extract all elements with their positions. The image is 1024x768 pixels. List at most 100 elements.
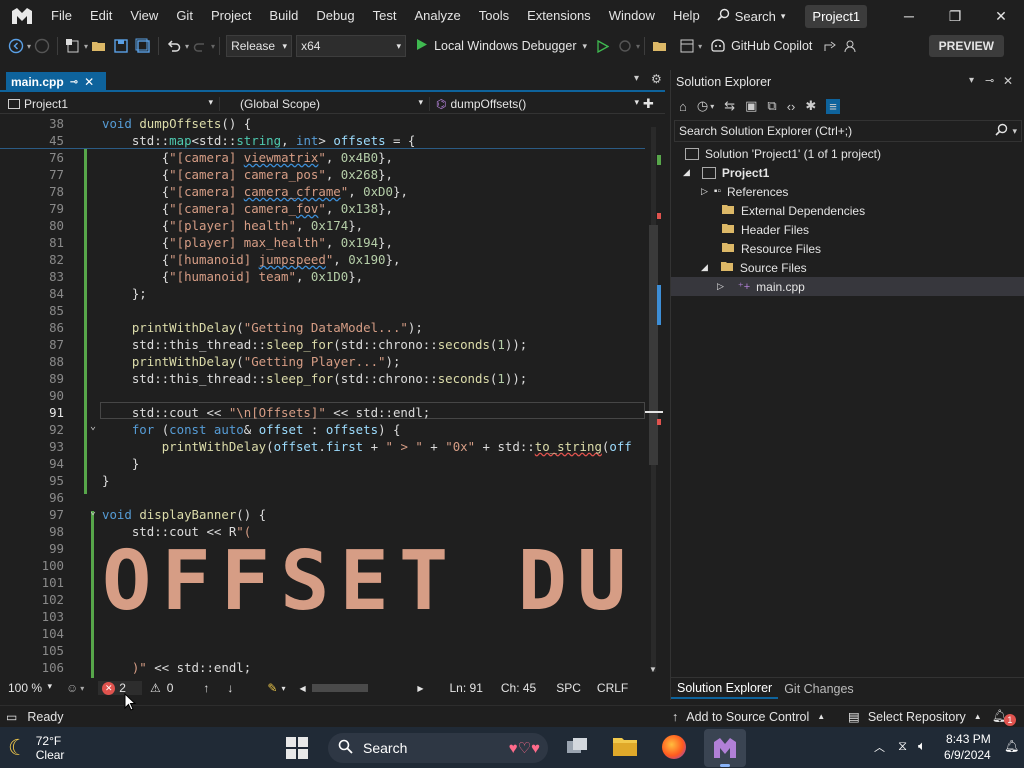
menu-view[interactable]: View bbox=[121, 0, 167, 32]
cleanup-brush-icon[interactable]: ✎ bbox=[267, 681, 277, 695]
fold-chevron-icon[interactable]: ⌄ bbox=[90, 421, 96, 432]
sync-icon[interactable]: ⇆ bbox=[724, 98, 735, 114]
close-button[interactable]: ✕ bbox=[978, 0, 1024, 32]
menu-test[interactable]: Test bbox=[364, 0, 406, 32]
menu-tools[interactable]: Tools bbox=[470, 0, 518, 32]
restore-button[interactable]: ❐ bbox=[932, 0, 978, 32]
chevron-down-icon[interactable]: ▾ bbox=[211, 42, 215, 51]
notifications-button[interactable]: 🔔︎ 1 bbox=[992, 708, 1016, 726]
expanded-chevron-icon[interactable]: ◢ bbox=[683, 167, 690, 178]
tree-node-header-files[interactable]: Header Files bbox=[671, 220, 1024, 239]
redo-icon[interactable] bbox=[190, 36, 210, 56]
menu-git[interactable]: Git bbox=[167, 0, 202, 32]
menu-analyze[interactable]: Analyze bbox=[405, 0, 469, 32]
new-project-icon[interactable] bbox=[63, 36, 83, 56]
pin-icon[interactable]: ⊸ bbox=[70, 77, 78, 88]
panel-menu-icon[interactable]: ▾ bbox=[969, 75, 974, 86]
chevron-down-icon[interactable]: ▾ bbox=[281, 684, 285, 693]
tree-node-source-files[interactable]: ◢ Source Files bbox=[671, 258, 1024, 277]
tree-node-external-dependencies[interactable]: External Dependencies bbox=[671, 201, 1024, 220]
minimize-button[interactable]: ─ bbox=[886, 0, 932, 32]
whitespace-indicator[interactable]: SPC bbox=[556, 681, 581, 695]
close-panel-icon[interactable]: ✕ bbox=[1003, 74, 1013, 88]
home-icon[interactable]: ⌂ bbox=[679, 99, 687, 114]
tree-solution[interactable]: Solution 'Project1' (1 of 1 project) bbox=[671, 144, 1024, 163]
collapse-all-icon[interactable]: ▣ bbox=[745, 98, 757, 114]
volume-icon[interactable]: 🔈︎ bbox=[918, 738, 926, 754]
output-icon[interactable]: ▭ bbox=[6, 710, 17, 724]
horizontal-scrollbar-thumb[interactable] bbox=[311, 684, 368, 692]
menu-project[interactable]: Project bbox=[202, 0, 260, 32]
next-issue-icon[interactable]: ↓ bbox=[227, 681, 233, 695]
code-editor[interactable]: 38 void dumpOffsets() { 45 std::map<std::… bbox=[0, 115, 660, 680]
collapsed-chevron-icon[interactable]: ▷ bbox=[717, 281, 724, 292]
notification-bell-icon[interactable]: 🔔︎ bbox=[1004, 739, 1019, 753]
collapsed-chevron-icon[interactable]: ▷ bbox=[701, 186, 708, 197]
menu-window[interactable]: Window bbox=[600, 0, 664, 32]
platform-select[interactable]: x64 ▾ bbox=[296, 35, 407, 57]
menu-build[interactable]: Build bbox=[260, 0, 307, 32]
tab-overflow-icon[interactable]: ▾ bbox=[634, 73, 639, 84]
chevron-down-icon[interactable]: ▾ bbox=[80, 684, 84, 693]
visual-studio-taskbar-icon[interactable] bbox=[704, 729, 746, 767]
tree-node-references[interactable]: ▷ ▪▫ References bbox=[671, 182, 1024, 201]
save-icon[interactable] bbox=[111, 36, 131, 56]
show-all-files-icon[interactable]: ⧉ bbox=[767, 98, 776, 114]
back-icon[interactable] bbox=[6, 36, 26, 56]
chevron-up-icon[interactable]: ︿ bbox=[874, 739, 885, 755]
clock[interactable]: 8:43 PM 6/9/2024 bbox=[944, 731, 991, 763]
history-icon[interactable]: ◷ bbox=[697, 98, 708, 114]
line-ending-indicator[interactable]: CRLF bbox=[597, 681, 628, 695]
code-view-icon[interactable]: ‹› bbox=[787, 99, 796, 114]
editor-scrollbar[interactable]: ▼ bbox=[645, 115, 663, 680]
firefox-icon[interactable] bbox=[662, 735, 686, 759]
horizontal-scrollbar[interactable]: ◀ ▶ bbox=[300, 684, 424, 693]
tree-node-main-cpp[interactable]: ▷ ⁺+ main.cpp bbox=[671, 277, 1024, 296]
column-indicator[interactable]: Ch: 45 bbox=[501, 681, 536, 695]
open-folder-icon[interactable] bbox=[89, 36, 109, 56]
chevron-down-icon[interactable]: ▾ bbox=[185, 42, 189, 51]
start-button[interactable] bbox=[286, 737, 308, 759]
chevron-down-icon[interactable]: ▾ bbox=[84, 42, 88, 51]
solution-folder-icon[interactable] bbox=[650, 36, 670, 56]
hot-reload-icon[interactable] bbox=[615, 36, 635, 56]
copilot-status-icon[interactable]: ☺ bbox=[66, 681, 78, 695]
weather-widget[interactable]: ☾ 72°F Clear bbox=[8, 734, 64, 762]
preview-button[interactable]: PREVIEW bbox=[928, 35, 1004, 57]
function-dropdown[interactable]: ⌬ dumpOffsets() ▾ bbox=[430, 97, 643, 111]
scroll-down-icon[interactable]: ▼ bbox=[649, 665, 657, 674]
scrollbar-thumb[interactable] bbox=[649, 225, 658, 465]
previous-issue-icon[interactable]: ↑ bbox=[203, 681, 209, 695]
network-icon[interactable]: ⧖ bbox=[898, 738, 907, 754]
menu-file[interactable]: File bbox=[42, 0, 81, 32]
select-repository-button[interactable]: ▤ Select Repository ▲ bbox=[848, 709, 982, 725]
chevron-down-icon[interactable]: ▾ bbox=[636, 42, 640, 51]
menu-debug[interactable]: Debug bbox=[307, 0, 363, 32]
share-icon[interactable] bbox=[820, 36, 840, 56]
zoom-dropdown[interactable]: 100 % ▾ bbox=[0, 681, 56, 695]
github-copilot-button[interactable]: GitHub Copilot bbox=[710, 38, 812, 55]
expanded-chevron-icon[interactable]: ◢ bbox=[701, 262, 708, 273]
taskbar-search-box[interactable]: Search ♥♡♥ bbox=[328, 733, 548, 763]
settings-gear-icon[interactable]: ⚙ bbox=[651, 72, 662, 86]
start-debugging-button[interactable]: Local Windows Debugger ▾ bbox=[416, 38, 587, 54]
tab-main-cpp[interactable]: main.cpp ⊸ ✕ bbox=[6, 72, 106, 92]
start-without-debugging-icon[interactable] bbox=[593, 36, 613, 56]
scope-dropdown[interactable]: (Global Scope) ▾ bbox=[220, 96, 430, 111]
chevron-down-icon[interactable]: ▾ bbox=[698, 42, 702, 51]
task-view-icon[interactable] bbox=[565, 735, 589, 759]
tab-solution-explorer[interactable]: Solution Explorer bbox=[671, 679, 779, 699]
line-indicator[interactable]: Ln: 91 bbox=[450, 681, 483, 695]
undo-icon[interactable] bbox=[164, 36, 184, 56]
menu-extensions[interactable]: Extensions bbox=[518, 0, 600, 32]
preview-selected-icon[interactable]: ≡ bbox=[826, 98, 840, 114]
tree-project[interactable]: ◢ Project1 bbox=[671, 163, 1024, 182]
fold-chevron-icon[interactable]: ⌄ bbox=[90, 506, 96, 517]
project-dropdown[interactable]: Project1 ▾ bbox=[0, 96, 220, 111]
project-name-badge[interactable]: Project1 bbox=[805, 4, 868, 28]
chevron-down-icon[interactable]: ▾ bbox=[1012, 126, 1017, 137]
configuration-select[interactable]: Release ▾ bbox=[226, 35, 293, 57]
chevron-down-icon[interactable]: ▾ bbox=[27, 42, 31, 51]
solution-search-input[interactable]: Search Solution Explorer (Ctrl+;) ▾ bbox=[674, 120, 1022, 142]
menu-edit[interactable]: Edit bbox=[81, 0, 121, 32]
